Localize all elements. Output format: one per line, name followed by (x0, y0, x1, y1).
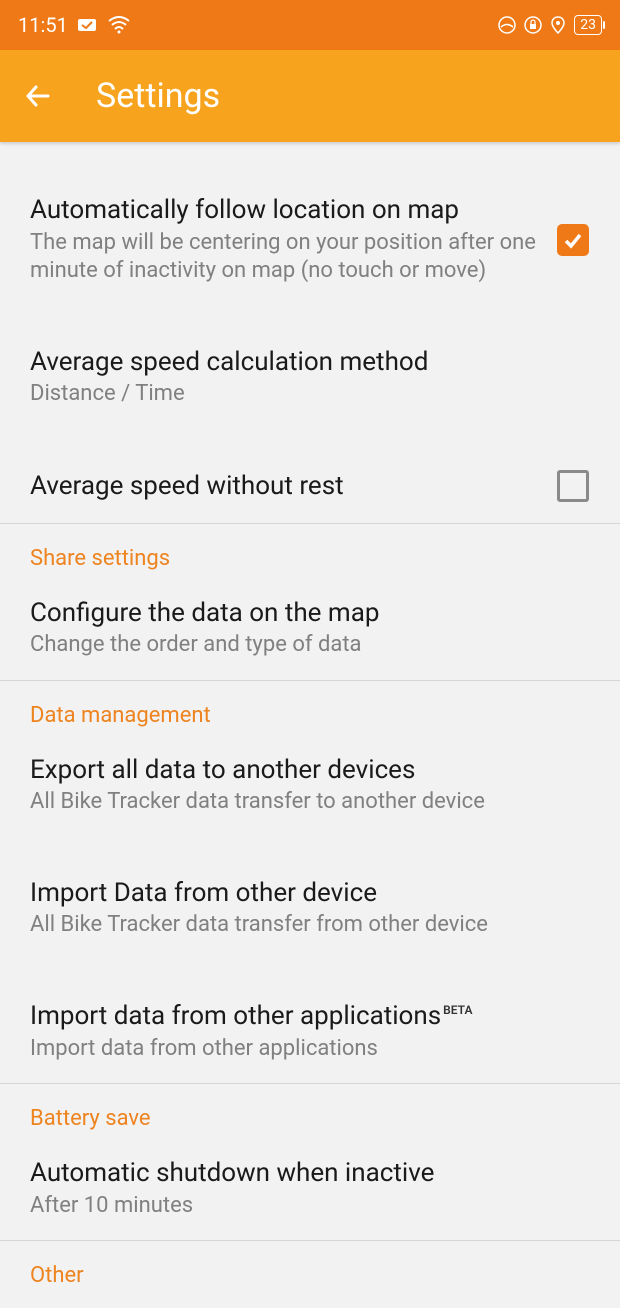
status-left: 11:51 (18, 13, 130, 37)
battery-indicator: 23 (574, 15, 602, 35)
notification-icon (78, 17, 98, 33)
status-time: 11:51 (18, 13, 68, 37)
setting-title: Configure the data on the map (30, 597, 590, 630)
page-title: Settings (96, 76, 220, 116)
setting-export-data[interactable]: Export all data to another devices All B… (0, 734, 620, 837)
setting-auto-shutdown[interactable]: Automatic shutdown when inactive After 1… (0, 1137, 620, 1240)
setting-title: Automatically follow location on map (30, 194, 538, 227)
section-header-battery: Battery save (0, 1084, 620, 1137)
setting-title: Automatic shutdown when inactive (30, 1157, 590, 1190)
setting-subtitle: All Bike Tracker data transfer from othe… (30, 911, 590, 940)
setting-title: Import Data from other device (30, 877, 590, 910)
setting-title: Export all data to another devices (30, 754, 590, 787)
lock-icon (524, 16, 542, 34)
setting-import-apps[interactable]: Import data from other applicationsBETA … (0, 980, 620, 1083)
setting-title: Average speed calculation method (30, 346, 590, 379)
app-bar: Settings (0, 50, 620, 142)
section-header-other: Other (0, 1241, 620, 1294)
setting-subtitle: Change the order and type of data (30, 631, 590, 660)
setting-subtitle: Import data from other applications (30, 1035, 590, 1064)
setting-title: Average speed without rest (30, 470, 538, 503)
checkbox-auto-follow[interactable] (556, 223, 590, 257)
setting-subtitle: After 10 minutes (30, 1192, 590, 1221)
setting-avg-no-rest[interactable]: Average speed without rest (0, 449, 620, 523)
section-header-data: Data management (0, 681, 620, 734)
setting-auto-follow[interactable]: Automatically follow location on map The… (0, 174, 620, 306)
wifi-icon (108, 16, 130, 34)
status-bar: 11:51 23 (0, 0, 620, 50)
setting-subtitle: The map will be centering on your positi… (30, 229, 538, 286)
checkbox-avg-no-rest[interactable] (556, 469, 590, 503)
back-button[interactable] (22, 80, 54, 112)
setting-import-device[interactable]: Import Data from other device All Bike T… (0, 857, 620, 960)
setting-subtitle: All Bike Tracker data transfer to anothe… (30, 788, 590, 817)
setting-subtitle: Distance / Time (30, 380, 590, 409)
setting-avg-method[interactable]: Average speed calculation method Distanc… (0, 326, 620, 429)
status-right: 23 (498, 15, 602, 35)
settings-list: Automatically follow location on map The… (0, 142, 620, 1294)
dnd-icon (498, 16, 516, 34)
setting-configure-map-data[interactable]: Configure the data on the map Change the… (0, 577, 620, 680)
setting-title: Import data from other applicationsBETA (30, 1000, 590, 1033)
beta-badge: BETA (443, 1003, 472, 1017)
section-header-share: Share settings (0, 524, 620, 577)
setting-title-text: Import data from other applications (30, 1001, 441, 1031)
location-icon (550, 16, 566, 34)
